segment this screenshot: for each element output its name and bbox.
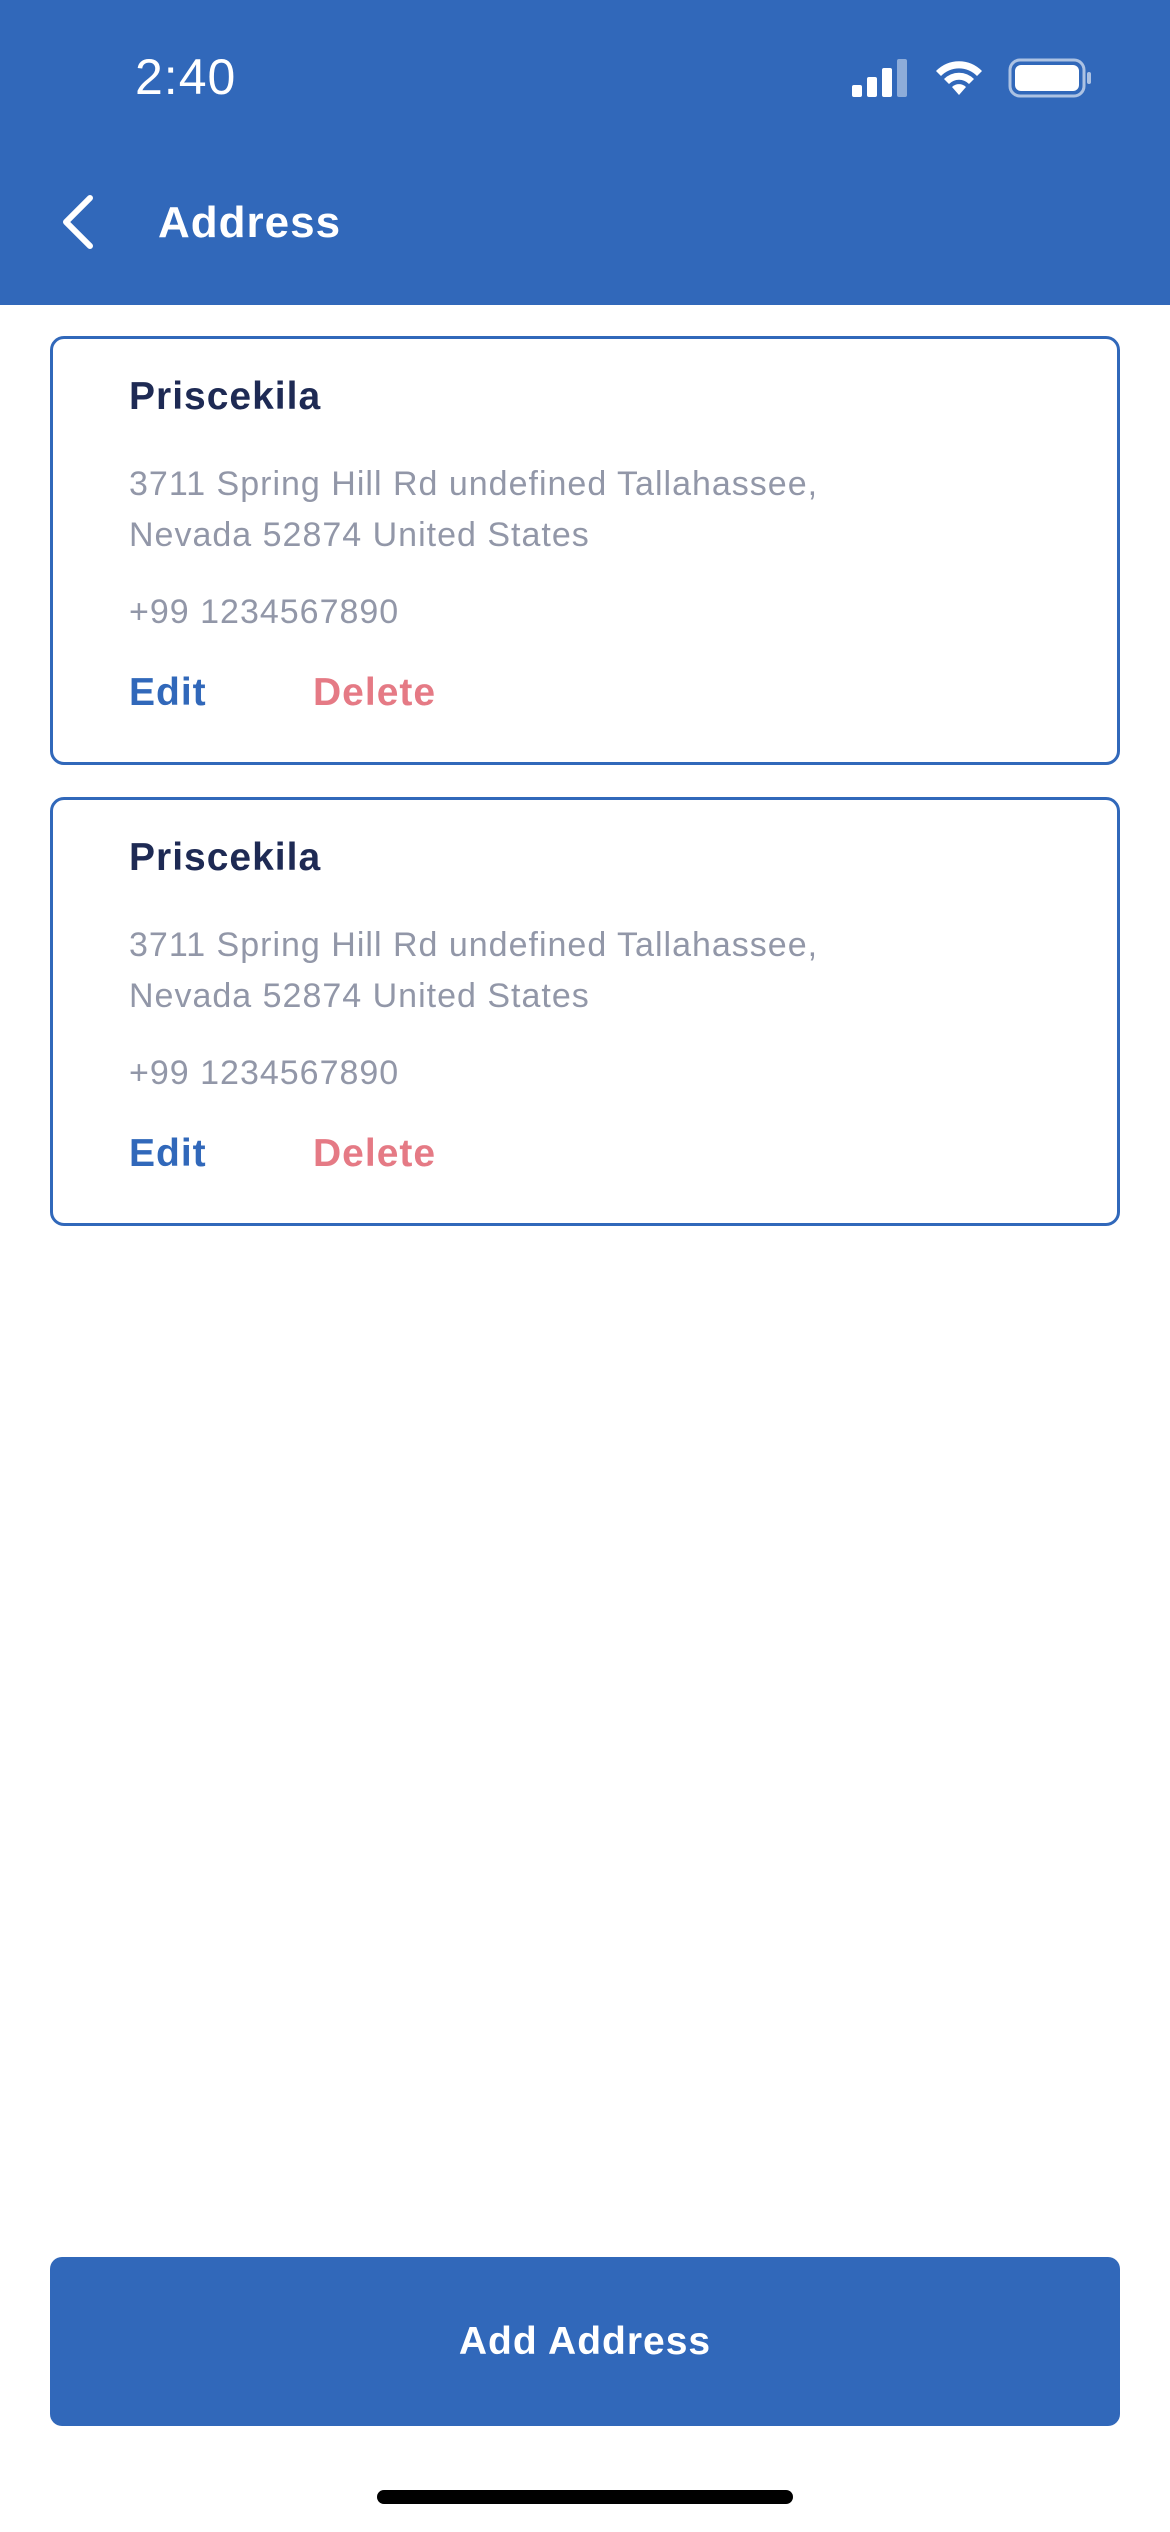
delete-button[interactable]: Delete	[313, 1132, 436, 1176]
address-text: 3711 Spring Hill Rd undefined Tallahasse…	[129, 920, 1029, 1022]
address-line-2: Nevada 52874 United States	[129, 977, 590, 1015]
edit-button[interactable]: Edit	[129, 671, 313, 715]
edit-button[interactable]: Edit	[129, 1132, 313, 1176]
page-title: Address	[158, 198, 342, 247]
address-list: Priscekila 3711 Spring Hill Rd undefined…	[50, 336, 1120, 1258]
address-phone: +99 1234567890	[129, 1054, 400, 1092]
address-actions: Edit Delete	[129, 1132, 436, 1176]
address-name: Priscekila	[129, 375, 322, 418]
wifi-icon	[934, 59, 984, 97]
address-name: Priscekila	[129, 836, 322, 879]
address-line-1: 3711 Spring Hill Rd undefined Tallahasse…	[129, 926, 819, 964]
status-icons	[852, 56, 1092, 100]
chevron-left-icon	[60, 194, 96, 255]
back-button[interactable]	[48, 194, 108, 254]
add-address-label: Add Address	[458, 2319, 712, 2363]
address-line-1: 3711 Spring Hill Rd undefined Tallahasse…	[129, 465, 819, 503]
nav-bar: Address	[0, 180, 1170, 270]
address-card: Priscekila 3711 Spring Hill Rd undefined…	[50, 797, 1120, 1226]
address-phone: +99 1234567890	[129, 593, 400, 631]
signal-icon	[852, 59, 910, 97]
add-address-button[interactable]: Add Address	[50, 2257, 1120, 2426]
status-time: 2:40	[135, 49, 237, 105]
battery-icon	[1008, 58, 1092, 98]
address-screen: 2:40 Address Priscekila 3711 Spring Hill…	[0, 0, 1170, 2532]
address-line-2: Nevada 52874 United States	[129, 516, 590, 554]
delete-button[interactable]: Delete	[313, 671, 436, 715]
header: 2:40 Address	[0, 0, 1170, 305]
address-text: 3711 Spring Hill Rd undefined Tallahasse…	[129, 459, 1029, 561]
home-indicator	[377, 2490, 793, 2504]
address-actions: Edit Delete	[129, 671, 436, 715]
address-card: Priscekila 3711 Spring Hill Rd undefined…	[50, 336, 1120, 765]
